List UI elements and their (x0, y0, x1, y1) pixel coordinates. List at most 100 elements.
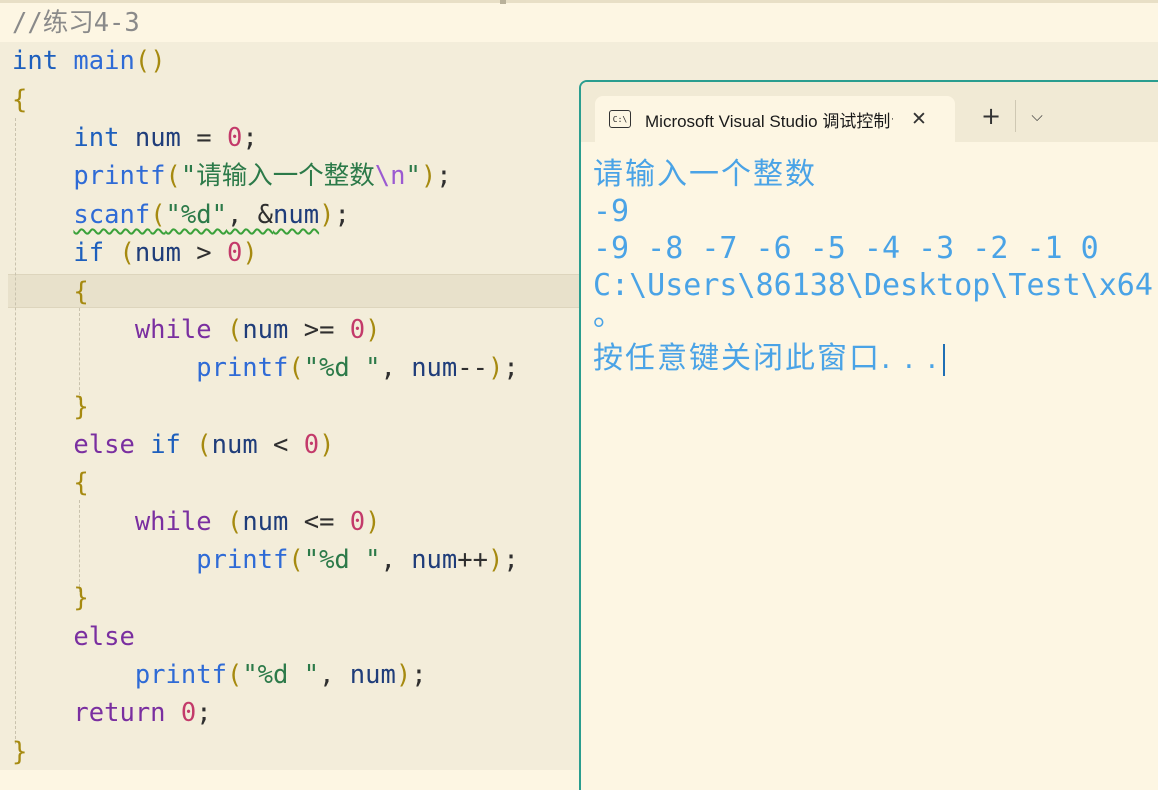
code-token: //练习4-3 (12, 8, 140, 38)
code-token: 0 (226, 123, 243, 153)
code-token: } (73, 392, 89, 422)
code-token: ; (242, 123, 258, 153)
code-token: , (380, 353, 412, 383)
code-line: while (num >= 0) (12, 311, 381, 349)
code-line: } (12, 388, 89, 426)
console-output-line: -9 -8 -7 -6 -5 -4 -3 -2 -1 0 (593, 231, 1099, 266)
code-token: 0 (180, 698, 197, 728)
code-token: else (73, 430, 135, 460)
close-icon[interactable]: ✕ (911, 108, 927, 130)
debug-console-window[interactable]: C:\ Microsoft Visual Studio 调试控制台 ✕ + ⌵ … (579, 80, 1158, 790)
code-line: printf("请输入一个整数\n"); (12, 157, 451, 195)
code-token: >= (288, 315, 350, 345)
new-tab-icon[interactable]: + (977, 102, 1005, 130)
code-token: ; (503, 353, 519, 383)
code-token: ) (420, 161, 437, 191)
code-token: () (134, 46, 166, 76)
titlebar-divider (1015, 100, 1016, 132)
code-token: num (242, 507, 289, 537)
code-token: , & (226, 200, 274, 230)
code-token: ( (150, 200, 166, 230)
code-token: ; (196, 698, 212, 728)
code-token: ( (226, 315, 243, 345)
chevron-down-icon[interactable]: ⌵ (1023, 102, 1051, 130)
code-line: printf("%d ", num); (12, 656, 427, 694)
code-token: ) (365, 315, 381, 345)
split-handle[interactable] (500, 0, 506, 4)
console-titlebar[interactable]: C:\ Microsoft Visual Studio 调试控制台 ✕ + ⌵ (581, 82, 1158, 142)
code-token: { (73, 468, 89, 498)
code-token: ) (487, 545, 504, 575)
code-line: } (12, 579, 89, 617)
code-line: { (12, 464, 89, 502)
code-token: } (12, 737, 28, 767)
code-token: ) (319, 430, 335, 460)
code-token: "请输入一个整数 (180, 161, 375, 191)
code-token: printf (196, 545, 289, 575)
code-token: ) (242, 238, 258, 268)
terminal-icon: C:\ (609, 110, 631, 128)
code-token: " (405, 161, 421, 191)
code-token: 0 (349, 315, 366, 345)
code-token: 0 (226, 238, 243, 268)
code-token: printf (73, 161, 166, 191)
code-token: "%d " (303, 545, 381, 575)
code-token: <= (288, 507, 350, 537)
code-line: printf("%d ", num++); (12, 541, 518, 579)
code-line: scanf("%d", &num); (12, 196, 349, 234)
console-prompt-text: 按任意键关闭此窗口. . . (593, 341, 939, 376)
code-line: //练习4-3 (12, 4, 140, 42)
code-token: } (73, 583, 89, 613)
code-token: int (73, 123, 120, 153)
code-token: 0 (349, 507, 366, 537)
code-token: num (411, 545, 458, 575)
code-token: num (134, 123, 181, 153)
code-token: ) (487, 353, 504, 383)
code-token: num (349, 660, 396, 690)
code-token: "%d" (165, 200, 227, 230)
code-token: else (73, 622, 135, 652)
console-tab[interactable]: C:\ Microsoft Visual Studio 调试控制台 ✕ (595, 96, 955, 142)
code-token: -- (457, 353, 488, 383)
code-token: num (134, 238, 181, 268)
code-token: 0 (303, 430, 320, 460)
code-token: ( (288, 545, 304, 575)
code-token: , (380, 545, 412, 575)
code-token: num (211, 430, 258, 460)
code-token: = (180, 123, 227, 153)
code-token: num (411, 353, 458, 383)
code-line: return 0; (12, 694, 212, 732)
code-line: int num = 0; (12, 119, 258, 157)
editor-top-border (0, 0, 1158, 3)
console-output-line: -9 (593, 194, 630, 229)
code-token: ; (411, 660, 427, 690)
console-output-line: 。 (593, 298, 625, 333)
code-token: ++ (457, 545, 488, 575)
code-line: if (num > 0) (12, 234, 258, 272)
code-token: < (257, 430, 304, 460)
code-token: ( (288, 353, 304, 383)
code-line: while (num <= 0) (12, 503, 381, 541)
code-token: while (134, 315, 212, 345)
